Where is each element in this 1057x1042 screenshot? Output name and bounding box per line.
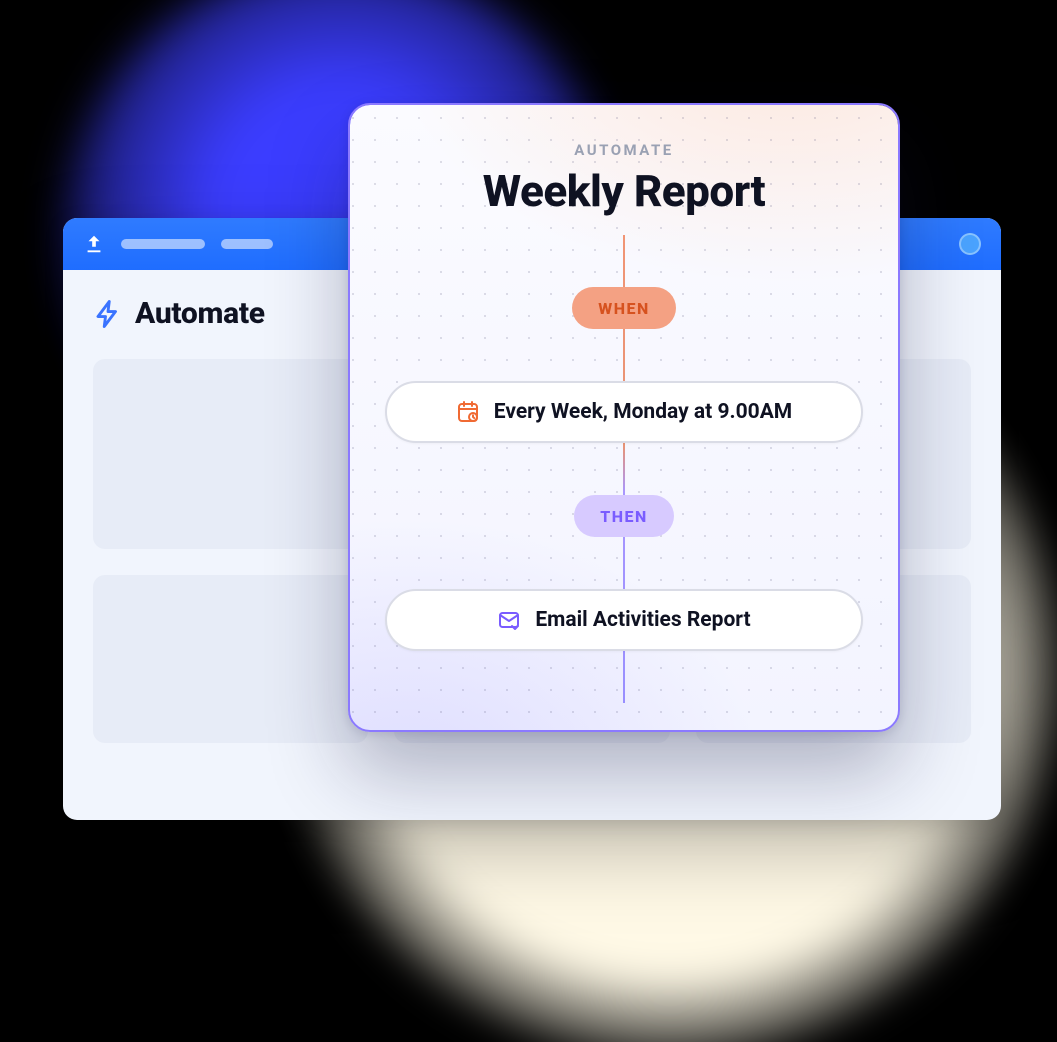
avatar[interactable] bbox=[959, 233, 981, 255]
title-pill bbox=[121, 239, 205, 249]
panel-title: Weekly Report bbox=[378, 165, 870, 217]
then-badge: THEN bbox=[574, 495, 674, 537]
automation-card[interactable] bbox=[93, 359, 368, 549]
panel-eyebrow: AUTOMATE bbox=[378, 141, 870, 159]
zap-icon bbox=[93, 299, 123, 329]
action-label: Email Activities Report bbox=[535, 608, 750, 632]
when-badge: WHEN bbox=[572, 287, 675, 329]
flow: WHEN Every Week, Monday at 9.00AM THEN bbox=[378, 235, 870, 703]
title-pill bbox=[221, 239, 273, 249]
automation-detail-panel: AUTOMATE Weekly Report WHEN Every Week, … bbox=[348, 103, 900, 732]
calendar-clock-icon bbox=[456, 400, 480, 424]
trigger-node[interactable]: Every Week, Monday at 9.00AM bbox=[385, 381, 863, 443]
trigger-label: Every Week, Monday at 9.00AM bbox=[494, 400, 792, 424]
upload-icon bbox=[83, 233, 105, 255]
page-title: Automate bbox=[135, 296, 265, 331]
action-node[interactable]: Email Activities Report bbox=[385, 589, 863, 651]
automation-card[interactable] bbox=[93, 575, 368, 743]
mail-send-icon bbox=[497, 608, 521, 632]
